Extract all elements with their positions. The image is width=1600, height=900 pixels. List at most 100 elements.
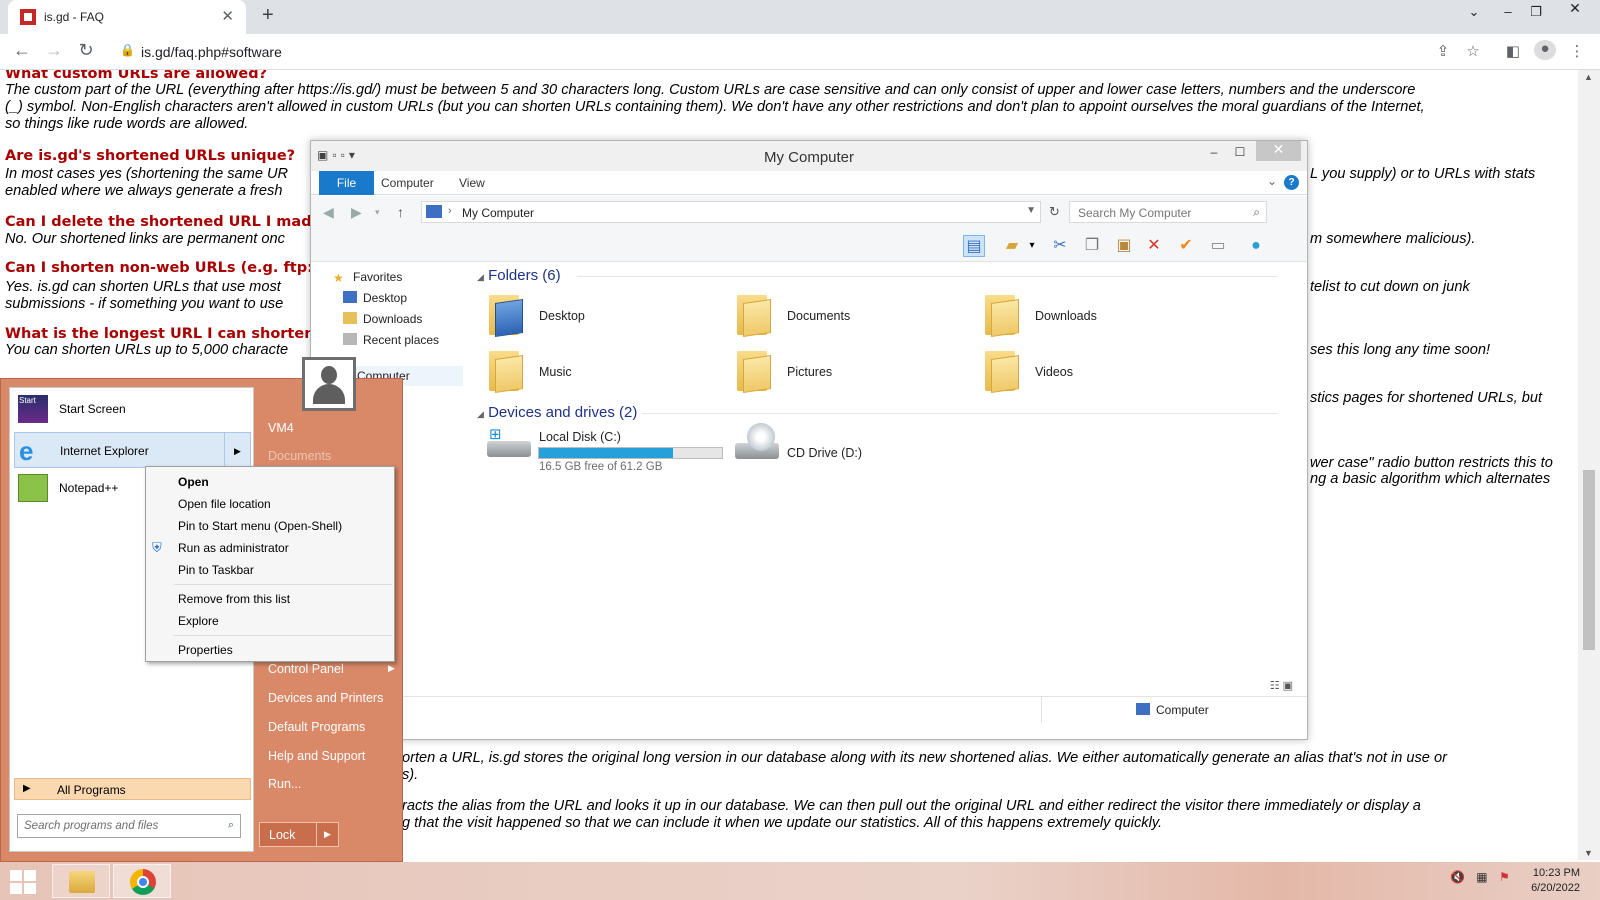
pictures-folder-icon[interactable] [737, 347, 771, 393]
refresh-icon[interactable]: ↻ [1049, 204, 1060, 220]
scroll-down-icon[interactable]: ▼ [1584, 848, 1593, 858]
menu-dots-icon[interactable]: ⋮ [1566, 42, 1588, 60]
menu-item-explore[interactable]: Explore [178, 614, 219, 628]
user-avatar[interactable] [302, 357, 356, 411]
start-right-vm4[interactable]: VM4 [268, 421, 294, 435]
start-right-control-panel[interactable]: Control Panel ▶ [268, 662, 395, 676]
taskbar-clock[interactable]: 10:23 PM 6/20/2022 [1510, 866, 1580, 896]
up-arrow-icon[interactable]: ↑ [397, 204, 404, 220]
tab-search-icon[interactable]: ⌄ [1460, 4, 1488, 20]
start-right-default-programs[interactable]: Default Programs [268, 720, 365, 734]
globe-icon[interactable]: ● [1245, 235, 1267, 257]
menu-item-pin-to-taskbar[interactable]: Pin to Taskbar [178, 563, 254, 577]
page-scrollbar[interactable]: ▲ ▼ [1578, 70, 1600, 860]
action-center-flag-icon[interactable]: ⚑ [1499, 870, 1510, 884]
menu-item-properties[interactable]: Properties [178, 643, 233, 657]
forward-arrow-icon[interactable]: → [42, 40, 66, 61]
start-button-windows-icon[interactable] [10, 870, 38, 894]
documents-folder-icon[interactable] [737, 291, 771, 337]
rename-icon[interactable]: ▭ [1207, 235, 1229, 257]
paste-icon[interactable]: ▣ [1113, 235, 1135, 257]
music-folder-icon[interactable] [489, 347, 523, 393]
menu-item-open[interactable]: Open [178, 475, 209, 489]
menu-item-open-file-location[interactable]: Open file location [178, 497, 271, 511]
volume-muted-icon[interactable]: 🔇 [1450, 870, 1465, 884]
desktop-folder-icon[interactable] [489, 291, 523, 337]
explorer-titlebar[interactable]: ▣▫▫▾ My Computer – ☐ ✕ [311, 141, 1307, 171]
nav-downloads[interactable]: Downloads [343, 312, 422, 326]
ribbon-expand-icon[interactable]: ⌄ [1267, 174, 1277, 188]
reload-icon[interactable]: ↻ [74, 40, 98, 61]
menu-item-pin-to-start[interactable]: Pin to Start menu (Open-Shell) [178, 519, 342, 533]
cut-icon[interactable]: ✂ [1049, 235, 1071, 257]
tab-close-icon[interactable]: ✕ [221, 7, 234, 25]
menu-item-remove-from-list[interactable]: Remove from this list [178, 592, 290, 606]
folder-pictures[interactable]: Pictures [787, 365, 832, 379]
drive-c-label[interactable]: Local Disk (C:) [539, 430, 621, 444]
nav-favorites[interactable]: ★ Favorites [333, 270, 402, 285]
tab-file[interactable]: File [319, 171, 374, 195]
preview-pane-icon[interactable]: ▤ [963, 235, 985, 257]
pinned-start-screen[interactable]: Start Start Screen [14, 391, 251, 427]
folder-music[interactable]: Music [539, 365, 572, 379]
bookmark-star-icon[interactable]: ☆ [1462, 42, 1484, 60]
profile-avatar-icon[interactable]: ● [1534, 40, 1556, 60]
explorer-forward-icon[interactable]: ▶ [351, 204, 362, 221]
start-right-devices-printers[interactable]: Devices and Printers [268, 691, 383, 705]
delete-icon[interactable]: ✕ [1143, 235, 1165, 257]
drives-group-header[interactable]: ◢ Devices and drives (2) [477, 404, 1287, 421]
folder-desktop[interactable]: Desktop [539, 309, 585, 323]
start-right-documents[interactable]: Documents [268, 449, 331, 463]
cd-drive-icon[interactable] [735, 423, 779, 461]
folder-downloads[interactable]: Downloads [1035, 309, 1097, 323]
address-dropdown-icon[interactable]: ▼ [1026, 205, 1036, 216]
start-right-run[interactable]: Run... [268, 777, 301, 791]
tab-view[interactable]: View [459, 176, 485, 190]
properties-check-icon[interactable]: ✔ [1175, 235, 1197, 257]
new-folder-icon[interactable]: ▰ [1001, 235, 1023, 257]
explorer-address-bar[interactable]: › My Computer ▼ [421, 201, 1041, 223]
restore-button[interactable]: ❐ [1522, 4, 1550, 20]
tab-computer[interactable]: Computer [381, 176, 434, 190]
menu-item-run-as-admin[interactable]: Run as administrator [178, 541, 289, 555]
scrollbar-thumb[interactable] [1583, 470, 1595, 650]
help-icon[interactable]: ? [1284, 175, 1299, 190]
back-arrow-icon[interactable]: ← [10, 40, 34, 61]
folders-group-header[interactable]: ◢ Folders (6) [477, 267, 1287, 284]
nav-desktop[interactable]: Desktop [343, 291, 407, 305]
pinned-internet-explorer[interactable]: e Internet Explorer ▶ [14, 432, 251, 469]
explorer-back-icon[interactable]: ◀ [323, 204, 334, 221]
explorer-minimize-button[interactable]: – [1201, 145, 1227, 159]
explorer-close-button[interactable]: ✕ [1256, 141, 1301, 161]
side-panel-icon[interactable]: ◧ [1502, 42, 1524, 60]
downloads-folder-icon[interactable] [985, 291, 1019, 337]
minimize-button[interactable]: – [1494, 4, 1522, 19]
recent-locations-icon[interactable]: ▾ [375, 207, 380, 218]
taskbar-file-explorer[interactable] [52, 864, 110, 898]
all-programs-button[interactable]: ▶ All Programs [14, 778, 251, 800]
browser-tab[interactable]: is.gd - FAQ ✕ [8, 0, 246, 34]
close-window-button[interactable]: ✕ [1550, 0, 1600, 18]
new-folder-dropdown-icon[interactable]: ▾ [1021, 235, 1043, 257]
network-icon[interactable]: ▦ [1476, 870, 1487, 884]
hard-drive-icon[interactable]: ⊞ [487, 423, 531, 459]
share-icon[interactable]: ⇪ [1432, 42, 1454, 60]
explorer-maximize-button[interactable]: ☐ [1227, 145, 1253, 159]
videos-folder-icon[interactable] [985, 347, 1019, 393]
view-mode-buttons[interactable]: ☷ ▣ [1270, 679, 1293, 692]
folder-documents[interactable]: Documents [787, 309, 850, 323]
start-search-input[interactable]: Search programs and files ⌕ [17, 814, 241, 838]
copy-icon[interactable]: ❐ [1081, 235, 1103, 257]
folder-videos[interactable]: Videos [1035, 365, 1073, 379]
nav-recent-places[interactable]: Recent places [343, 333, 439, 347]
scroll-up-icon[interactable]: ▲ [1584, 72, 1593, 82]
start-right-help-support[interactable]: Help and Support [268, 749, 365, 763]
power-options-arrow-icon[interactable]: ▶ [316, 823, 338, 846]
taskbar-chrome[interactable] [113, 864, 171, 898]
new-tab-button[interactable]: + [262, 4, 274, 27]
jump-list-arrow-icon[interactable]: ▶ [224, 433, 250, 469]
lock-button[interactable]: Lock ▶ [259, 822, 339, 847]
explorer-search-input[interactable]: Search My Computer ⌕ [1069, 201, 1267, 223]
address-bar[interactable]: 🔒 is.gd/faq.php#software [112, 40, 1472, 64]
drive-d-label[interactable]: CD Drive (D:) [787, 446, 862, 460]
